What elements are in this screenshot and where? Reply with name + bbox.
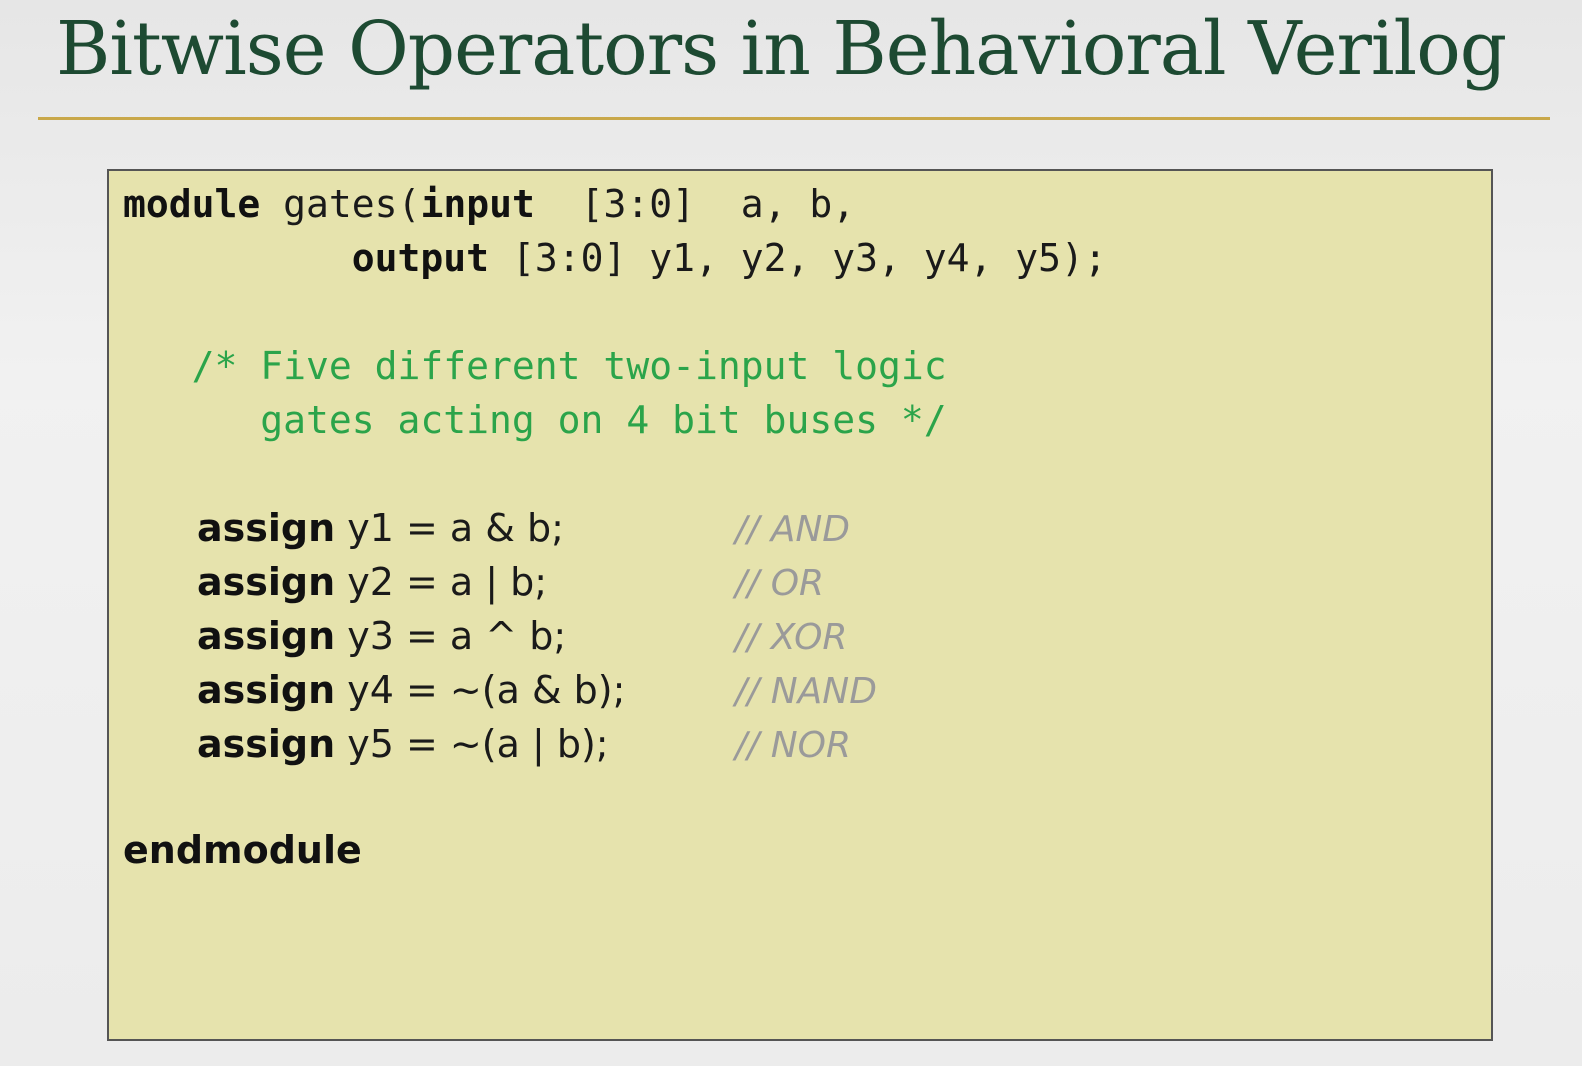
assign-line-and: assign y1 = a & b; // AND [197,503,850,553]
line-comment: // AND [735,509,850,550]
line-comment: // OR [735,563,825,604]
assign-line-nand: assign y4 = ~(a & b); // NAND [197,665,877,715]
title-divider [38,117,1550,120]
assign-keyword: assign [197,614,336,658]
output-keyword: output [351,236,490,280]
assign-statement: y4 = ~(a & b); [335,668,626,712]
output-ports: [3:0] y1, y2, y3, y4, y5); [489,236,1107,280]
block-comment-line-1: /* Five different two-input logic [123,344,947,388]
input-ports: [3:0] a, b, [534,182,856,226]
endmodule-line: endmodule [123,825,362,875]
assign-keyword: assign [197,506,336,550]
line-comment: // NOR [735,725,851,766]
assign-keyword: assign [197,560,336,604]
block-comment-line-2: gates acting on 4 bit buses */ [123,398,947,442]
assign-statement: y2 = a | b; [335,560,548,604]
endmodule-keyword: endmodule [123,828,362,872]
assign-keyword: assign [197,668,336,712]
module-declaration-line: module gates(input [3:0] a, b, [123,179,855,229]
input-keyword: input [420,182,535,226]
slide-title: Bitwise Operators in Behavioral Verilog [56,6,1507,92]
assign-line-nor: assign y5 = ~(a | b); // NOR [197,719,851,769]
output-declaration-line: output [3:0] y1, y2, y3, y4, y5); [123,233,1107,283]
assign-line-xor: assign y3 = a ^ b; // XOR [197,611,847,661]
code-block: module gates(input [3:0] a, b, output [3… [107,169,1493,1041]
assign-statement: y5 = ~(a | b); [335,722,609,766]
line-comment: // NAND [735,671,877,712]
line-comment: // XOR [735,617,848,658]
assign-statement: y1 = a & b; [335,506,564,550]
assign-keyword: assign [197,722,336,766]
assign-line-or: assign y2 = a | b; // OR [197,557,824,607]
module-name: gates( [260,182,421,226]
assign-statement: y3 = a ^ b; [335,614,567,658]
module-keyword: module [123,182,261,226]
